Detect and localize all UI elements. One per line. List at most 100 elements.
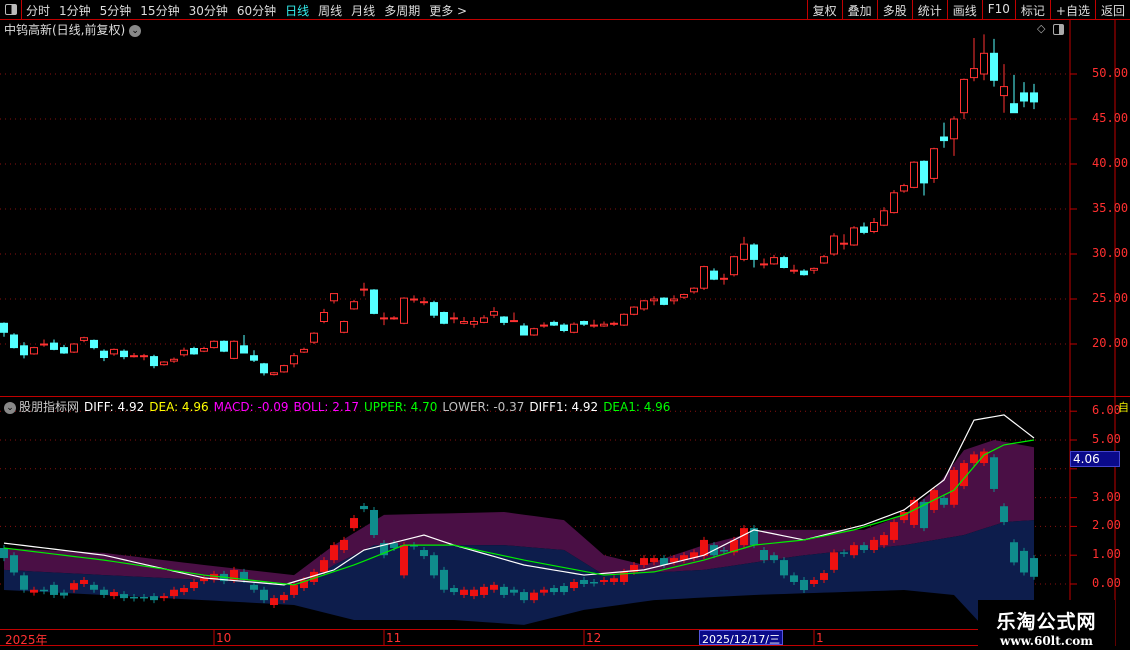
indicator-candle bbox=[550, 588, 558, 593]
period-tab[interactable]: 1分钟 bbox=[59, 2, 91, 19]
indicator-candle bbox=[870, 539, 878, 551]
candle bbox=[830, 235, 838, 255]
candle bbox=[590, 324, 598, 327]
indicator-candle bbox=[640, 558, 648, 565]
indicator-candle bbox=[70, 583, 78, 590]
indicator-candle bbox=[120, 594, 128, 599]
indicator-candle bbox=[810, 579, 818, 584]
period-tab[interactable]: 月线 bbox=[351, 2, 375, 19]
toolbar-button[interactable]: +自选 bbox=[1049, 0, 1095, 19]
period-tab[interactable]: 分时 bbox=[26, 2, 50, 19]
candle bbox=[1030, 92, 1038, 103]
candle bbox=[180, 349, 188, 356]
candle bbox=[350, 301, 358, 310]
chart-canvas[interactable] bbox=[0, 0, 1130, 650]
toolbar-button[interactable]: 返回 bbox=[1094, 0, 1130, 19]
period-tab[interactable]: 60分钟 bbox=[237, 2, 276, 19]
indicator-name: 股朋指标网 bbox=[19, 400, 80, 414]
price-tick-label: 35.00 bbox=[1092, 201, 1129, 215]
candle bbox=[20, 345, 28, 356]
period-tab[interactable]: 更多 > bbox=[429, 2, 467, 19]
candle bbox=[890, 192, 898, 214]
panel-icon[interactable] bbox=[1053, 23, 1065, 35]
candle bbox=[80, 337, 88, 341]
time-label: 12 bbox=[586, 631, 602, 645]
indicator-candle bbox=[320, 560, 328, 572]
candle bbox=[440, 312, 448, 324]
candle bbox=[60, 347, 68, 354]
indicator-candle bbox=[50, 584, 58, 595]
toolbar-button[interactable]: 多股 bbox=[876, 0, 912, 19]
panel-toggle-button[interactable] bbox=[0, 0, 22, 19]
candle bbox=[860, 226, 868, 233]
candle bbox=[130, 355, 138, 358]
indicator-candle bbox=[510, 589, 518, 593]
toolbar-button[interactable]: 叠加 bbox=[841, 0, 877, 19]
period-tab[interactable]: 30分钟 bbox=[189, 2, 228, 19]
period-tab[interactable]: 多周期 bbox=[384, 2, 420, 19]
candle bbox=[1010, 103, 1018, 114]
diamond-icon[interactable]: ◇ bbox=[1037, 22, 1045, 35]
indicator-candle bbox=[940, 497, 948, 505]
toolbar-button[interactable]: 复权 bbox=[806, 0, 842, 19]
candle bbox=[900, 185, 908, 192]
candle bbox=[530, 328, 538, 336]
indicator-candle bbox=[770, 555, 778, 561]
indicator-candle bbox=[10, 555, 18, 573]
indicator-candle bbox=[30, 589, 38, 593]
candle bbox=[520, 325, 528, 336]
period-tab[interactable]: 15分钟 bbox=[140, 2, 179, 19]
candle bbox=[510, 320, 518, 323]
indicator-candle bbox=[970, 454, 978, 464]
candle bbox=[740, 243, 748, 260]
candle bbox=[920, 160, 928, 184]
indicator-candle bbox=[1010, 542, 1018, 563]
price-tick-label: 45.00 bbox=[1092, 111, 1129, 125]
candle bbox=[970, 68, 978, 79]
indicator-candle bbox=[260, 589, 268, 601]
candle bbox=[940, 136, 948, 142]
toolbar-button[interactable]: 画线 bbox=[946, 0, 982, 19]
candle bbox=[850, 227, 858, 246]
candle bbox=[260, 363, 268, 374]
indicator-candle bbox=[350, 518, 358, 529]
candle bbox=[420, 301, 428, 304]
indicator-candle bbox=[520, 592, 528, 601]
candle bbox=[580, 321, 588, 325]
candle bbox=[300, 348, 308, 353]
price-tick-label: 50.00 bbox=[1092, 66, 1129, 80]
candle bbox=[380, 317, 388, 320]
side-strip-label: 自 bbox=[1118, 401, 1129, 414]
candle bbox=[780, 257, 788, 269]
indicator-header: ⌄ 股朋指标网 DIFF: 4.92 DEA: 4.96 MACD: -0.09 BOLL… bbox=[4, 398, 680, 415]
candle bbox=[910, 161, 918, 188]
indicator-candle bbox=[430, 555, 438, 576]
candle bbox=[90, 339, 98, 349]
indicator-candle bbox=[480, 586, 488, 595]
indicator-candle bbox=[780, 560, 788, 576]
candle bbox=[250, 355, 258, 361]
indicator-candle bbox=[180, 588, 188, 593]
period-tab[interactable]: 5分钟 bbox=[100, 2, 132, 19]
candle bbox=[930, 148, 938, 179]
price-tick-label: 40.00 bbox=[1092, 156, 1129, 170]
candle bbox=[810, 267, 818, 271]
candle bbox=[280, 365, 288, 373]
toolbar-button[interactable]: 统计 bbox=[911, 0, 947, 19]
toolbar-button[interactable]: F10 bbox=[981, 0, 1015, 19]
chart-title: 中钨高新(日线,前复权) ⌄ bbox=[4, 21, 142, 38]
indicator-tick-label: 1.00 bbox=[1092, 547, 1121, 562]
chevron-down-icon[interactable]: ⌄ bbox=[129, 24, 142, 37]
period-tab[interactable]: 周线 bbox=[318, 2, 342, 19]
candle bbox=[340, 321, 348, 333]
indicator-candle bbox=[530, 592, 538, 601]
indicator-candle bbox=[440, 569, 448, 590]
indicator-candle bbox=[650, 558, 658, 563]
toolbar-button[interactable]: 标记 bbox=[1014, 0, 1050, 19]
chevron-down-icon[interactable]: ⌄ bbox=[4, 401, 16, 414]
candle bbox=[240, 345, 248, 354]
indicator-candle bbox=[600, 579, 608, 582]
indicator-candle bbox=[880, 535, 888, 546]
period-tab[interactable]: 日线 bbox=[285, 2, 309, 19]
candle bbox=[840, 242, 848, 245]
